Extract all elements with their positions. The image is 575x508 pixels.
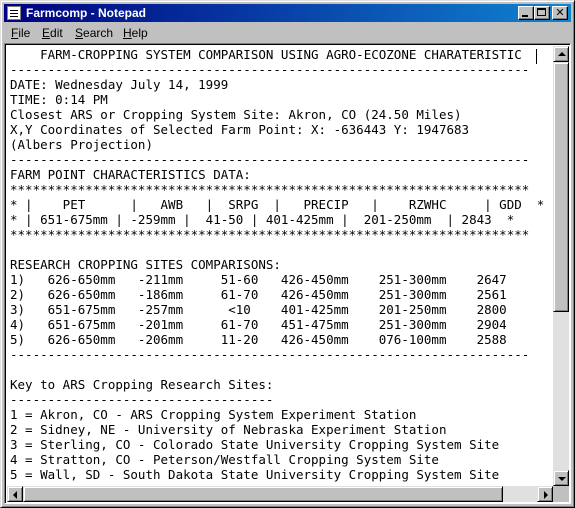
text-line: 5) 626-650mm -206mm 11-20 426-450mm 076-…	[10, 332, 507, 347]
menu-help-mnemonic: H	[123, 26, 132, 40]
menu-file-rest: ile	[18, 26, 31, 40]
scroll-left-button[interactable]	[7, 486, 23, 502]
title-bar[interactable]: Farmcomp - Notepad ✕	[4, 4, 571, 22]
menu-edit-rest: dit	[50, 26, 63, 40]
text-line: 1) 626-650mm -211mm 51-60 426-450mm 251-…	[10, 272, 507, 287]
text-line: 3 = Sterling, CO - Colorado State Univer…	[10, 437, 500, 452]
text-line: DATE: Wednesday July 14, 1999	[10, 77, 229, 92]
text-line: (Albers Projection)	[10, 137, 153, 152]
menu-help[interactable]: Help	[123, 25, 148, 41]
text-line: ----------------------------------------…	[10, 152, 530, 167]
scroll-up-button[interactable]	[553, 46, 569, 62]
text-line: Key to ARS Cropping Research Sites:	[10, 377, 274, 392]
text-line: 1 = Akron, CO - ARS Cropping System Expe…	[10, 407, 417, 422]
minimize-icon	[522, 15, 528, 17]
text-line: 2) 626-650mm -186mm 61-70 426-450mm 251-…	[10, 287, 507, 302]
arrow-down-icon	[558, 477, 566, 481]
menu-search[interactable]: Search	[75, 25, 113, 41]
text-area[interactable]: FARM-CROPPING SYSTEM COMPARISON USING AG…	[7, 46, 553, 486]
vertical-scroll-thumb[interactable]	[553, 62, 569, 312]
notepad-icon[interactable]	[7, 6, 21, 20]
menu-bar: File Edit Search Help	[4, 23, 571, 42]
text-line: 4 = Stratton, CO - Peterson/Westfall Cro…	[10, 452, 439, 467]
text-line: 4) 651-675mm -201mm 61-70 451-475mm 251-…	[10, 317, 507, 332]
arrow-left-icon	[13, 491, 17, 499]
menu-search-mnemonic: S	[75, 26, 84, 40]
arrow-up-icon	[558, 52, 566, 56]
text-line: RESEARCH CROPPING SITES COMPARISONS:	[10, 257, 281, 272]
text-line: FARM-CROPPING SYSTEM COMPARISON USING AG…	[10, 47, 522, 62]
close-icon: ✕	[555, 6, 565, 19]
menu-file[interactable]: File	[11, 25, 30, 41]
notepad-window: Farmcomp - Notepad ✕ File Edit Search He…	[0, 0, 575, 508]
text-line: * | PET | AWB | SRPG | PRECIP | RZWHC | …	[10, 197, 545, 212]
close-button[interactable]: ✕	[552, 6, 568, 20]
text-caret	[536, 49, 537, 64]
text-line: ----------------------------------------…	[10, 347, 530, 362]
menu-edit[interactable]: Edit	[42, 25, 63, 41]
menu-search-rest: earch	[83, 26, 114, 40]
text-line: Closest ARS or Cropping System Site: Akr…	[10, 107, 462, 122]
maximize-button[interactable]	[534, 6, 550, 20]
document-text: FARM-CROPPING SYSTEM COMPARISON USING AG…	[10, 47, 544, 482]
text-line: ----------------------------------------…	[10, 62, 530, 77]
text-line: 2 = Sidney, NE - University of Nebraska …	[10, 422, 447, 437]
arrow-right-icon	[544, 491, 548, 499]
scroll-right-button[interactable]	[537, 486, 553, 502]
text-line: -----------------------------------	[10, 392, 274, 407]
menu-help-rest: elp	[131, 26, 148, 40]
text-line: FARM POINT CHARACTERISTICS DATA:	[10, 167, 251, 182]
text-line: 3) 651-675mm -257mm <10 401-425mm 201-25…	[10, 302, 507, 317]
size-grip[interactable]	[553, 486, 569, 502]
editor-frame: FARM-CROPPING SYSTEM COMPARISON USING AG…	[4, 43, 571, 504]
window-title: Farmcomp - Notepad	[26, 6, 147, 20]
scroll-down-button[interactable]	[553, 470, 569, 486]
horizontal-scroll-thumb[interactable]	[23, 486, 503, 502]
menu-edit-mnemonic: E	[42, 26, 51, 40]
minimize-button[interactable]	[518, 6, 534, 20]
text-line: * | 651-675mm | -259mm | 41-50 | 401-425…	[10, 212, 515, 227]
text-line: ****************************************…	[10, 227, 530, 242]
vertical-scrollbar[interactable]	[553, 46, 569, 486]
horizontal-scrollbar[interactable]	[7, 486, 553, 502]
text-line: TIME: 0:14 PM	[10, 92, 108, 107]
text-line: ****************************************…	[10, 182, 530, 197]
maximize-icon	[537, 8, 546, 16]
text-line: X,Y Coordinates of Selected Farm Point: …	[10, 122, 470, 137]
text-line: 5 = Wall, SD - South Dakota State Univer…	[10, 467, 500, 482]
